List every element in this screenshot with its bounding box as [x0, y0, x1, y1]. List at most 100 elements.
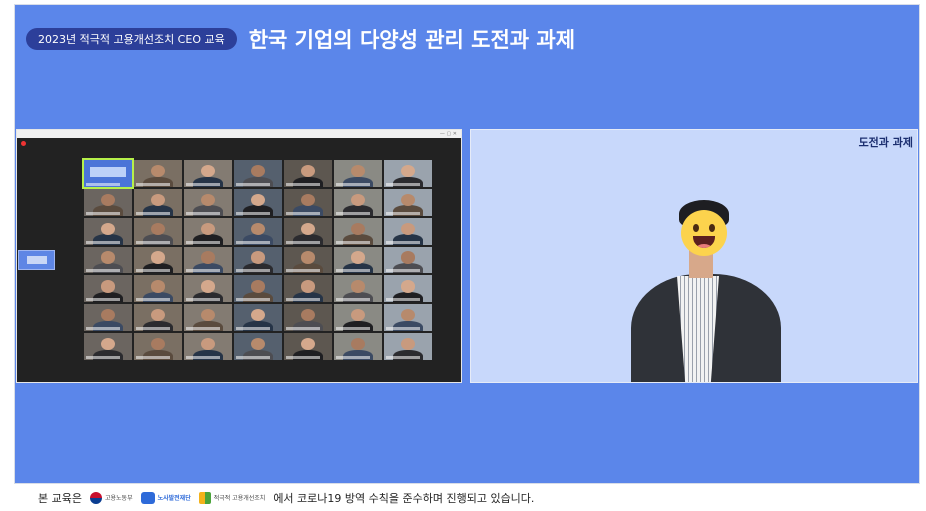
participant-tile[interactable]: [334, 275, 382, 303]
participant-name-strip: [286, 327, 320, 331]
participant-tile[interactable]: [234, 304, 282, 332]
participant-head: [300, 280, 316, 293]
participant-tile[interactable]: [384, 160, 432, 187]
participant-name-strip: [136, 269, 170, 273]
participant-tile[interactable]: [84, 188, 132, 216]
participant-tile[interactable]: [334, 333, 382, 360]
participant-tile[interactable]: [284, 304, 332, 332]
participant-tile[interactable]: [384, 333, 432, 360]
participant-head: [200, 164, 216, 178]
participant-name-strip: [336, 269, 370, 273]
participant-name-strip: [186, 240, 220, 244]
participant-tile[interactable]: [184, 188, 232, 216]
participant-head: [100, 309, 116, 322]
participant-tile[interactable]: [334, 188, 382, 216]
participant-tile[interactable]: [84, 246, 132, 274]
participant-name-strip: [386, 356, 420, 359]
participant-head: [350, 280, 366, 293]
participant-head: [350, 337, 366, 351]
participant-tile[interactable]: [284, 160, 332, 187]
participant-head: [400, 193, 416, 207]
participant-tile[interactable]: [184, 217, 232, 245]
participant-tile[interactable]: [234, 217, 282, 245]
participant-tile[interactable]: [334, 304, 382, 332]
participant-tile[interactable]: [84, 304, 132, 332]
participant-tile[interactable]: [84, 333, 132, 360]
participant-name-strip: [86, 298, 120, 302]
participant-tile[interactable]: [184, 275, 232, 303]
shared-screen-thumbnail[interactable]: [18, 250, 55, 270]
participant-head: [150, 337, 166, 351]
participant-name-strip: [86, 269, 120, 273]
participant-tile[interactable]: [134, 246, 182, 274]
participant-head: [200, 309, 216, 322]
participant-head: [400, 337, 416, 351]
participant-head: [200, 222, 216, 235]
participant-tile[interactable]: [134, 275, 182, 303]
participant-name-strip: [336, 240, 370, 244]
participant-tile[interactable]: [134, 333, 182, 360]
participant-tile[interactable]: [234, 246, 282, 274]
participant-tile[interactable]: [234, 160, 282, 187]
participant-tile[interactable]: [334, 246, 382, 274]
participant-name-strip: [86, 182, 120, 186]
participant-head: [400, 164, 416, 178]
participant-grid: [82, 158, 432, 360]
participant-name-strip: [336, 327, 370, 331]
participant-name-strip: [286, 269, 320, 273]
participant-tile[interactable]: [84, 217, 132, 245]
participant-tile[interactable]: [284, 275, 332, 303]
participant-tile[interactable]: [234, 188, 282, 216]
participant-tile[interactable]: [384, 304, 432, 332]
participant-tile[interactable]: [84, 275, 132, 303]
participant-name-strip: [386, 211, 420, 215]
participant-tile[interactable]: [184, 246, 232, 274]
participant-tile[interactable]: [134, 188, 182, 216]
participant-tile[interactable]: [334, 160, 382, 187]
participant-head: [300, 337, 316, 351]
participant-tile[interactable]: [284, 217, 332, 245]
participant-tile[interactable]: [234, 275, 282, 303]
slide-corner-label: 도전과 과제: [858, 136, 913, 149]
participant-tile[interactable]: [184, 160, 232, 187]
participant-head: [400, 251, 416, 264]
participant-name-strip: [236, 240, 270, 244]
participant-tile[interactable]: [184, 304, 232, 332]
participant-tile[interactable]: [384, 188, 432, 216]
video-conference-window[interactable]: — ▢ ✕: [16, 129, 462, 383]
participant-tile[interactable]: [334, 217, 382, 245]
participant-name-strip: [136, 356, 170, 359]
participant-name-strip: [136, 298, 170, 302]
participant-head: [150, 309, 166, 322]
participant-name-strip: [236, 327, 270, 331]
participant-head: [250, 164, 266, 178]
participant-name-strip: [336, 211, 370, 215]
participant-tile[interactable]: [384, 246, 432, 274]
participant-tile[interactable]: [284, 246, 332, 274]
participant-tile[interactable]: [384, 217, 432, 245]
participant-name-strip: [136, 182, 170, 186]
participant-head: [350, 193, 366, 207]
participant-name-strip: [86, 356, 120, 359]
participant-head: [400, 309, 416, 322]
participant-tile[interactable]: [384, 275, 432, 303]
participant-tile[interactable]: [134, 304, 182, 332]
participant-tile[interactable]: [134, 217, 182, 245]
participant-tile[interactable]: [184, 333, 232, 360]
participant-tile[interactable]: [234, 333, 282, 360]
participant-name-strip: [286, 211, 320, 215]
window-titlebar[interactable]: — ▢ ✕: [17, 130, 461, 138]
participant-head: [250, 193, 266, 207]
participant-head: [100, 193, 116, 207]
participant-name-strip: [236, 356, 270, 359]
footer-suffix: 에서 코로나19 방역 수칙을 준수하며 진행되고 있습니다.: [273, 491, 535, 505]
participant-name-strip: [136, 327, 170, 331]
window-controls[interactable]: — ▢ ✕: [440, 131, 457, 137]
participant-head: [300, 164, 316, 178]
participant-tile[interactable]: [284, 333, 332, 360]
participant-tile[interactable]: [284, 188, 332, 216]
participant-tile[interactable]: [82, 158, 134, 189]
participant-name-strip: [386, 298, 420, 302]
participant-tile[interactable]: [134, 160, 182, 187]
nosa-logo-icon: [140, 491, 155, 504]
